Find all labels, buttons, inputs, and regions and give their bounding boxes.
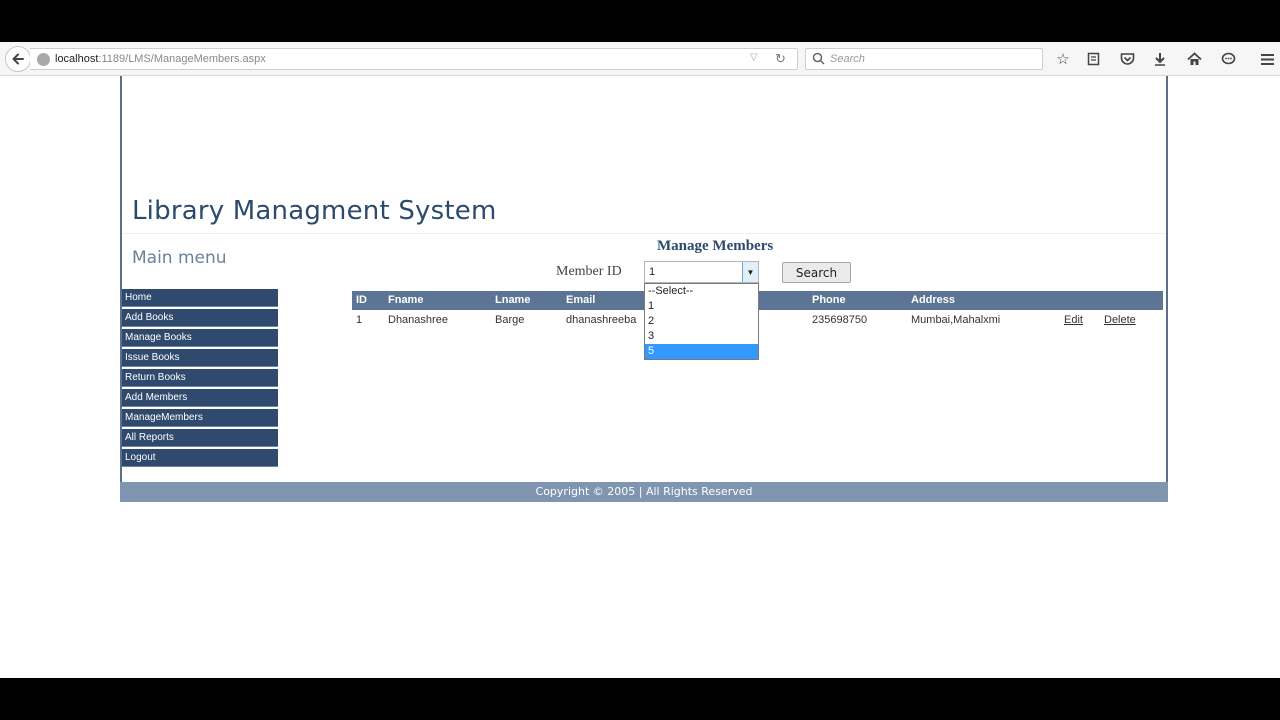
browser-toolbar: localhost:1189/LMS/ManageMembers.aspx ▽ … xyxy=(0,42,1280,76)
reload-icon[interactable]: ↻ xyxy=(775,51,786,67)
column-header-lname: Lname xyxy=(495,294,531,306)
back-button[interactable] xyxy=(5,46,31,72)
dropdown-option[interactable]: 2 xyxy=(645,314,758,329)
globe-icon xyxy=(37,53,50,66)
dropdown-option[interactable]: 3 xyxy=(645,329,758,344)
menu-item-all-reports[interactable]: All Reports xyxy=(122,429,278,447)
member-id-dropdown-list: --Select-- 1 2 3 5 xyxy=(644,283,759,360)
browser-search-input[interactable]: Search xyxy=(805,48,1043,70)
url-dropdown-icon[interactable]: ▽ xyxy=(750,52,758,63)
back-arrow-icon xyxy=(12,53,24,65)
dropdown-option[interactable]: 1 xyxy=(645,299,758,314)
column-header-id: ID xyxy=(356,294,367,306)
menu-item-issue-books[interactable]: Issue Books xyxy=(122,349,278,367)
cell-lname: Barge xyxy=(495,314,525,326)
cell-phone: 235698750 xyxy=(812,314,868,326)
home-icon[interactable] xyxy=(1184,49,1204,69)
column-header-fname: Fname xyxy=(388,294,424,306)
member-id-select[interactable]: 1 ▼ xyxy=(644,261,759,283)
menu-item-add-members[interactable]: Add Members xyxy=(122,389,278,407)
menu-item-manage-books[interactable]: Manage Books xyxy=(122,329,278,347)
menu-item-home[interactable]: Home xyxy=(122,289,278,307)
member-id-label: Member ID xyxy=(556,264,622,279)
manage-members-heading: Manage Members xyxy=(657,238,774,254)
column-header-address: Address xyxy=(911,294,956,306)
member-id-selected-value: 1 xyxy=(649,266,656,278)
video-letterbox-top xyxy=(0,0,1280,42)
dropdown-option[interactable]: --Select-- xyxy=(645,284,758,299)
column-header-phone: Phone xyxy=(812,294,846,306)
menu-item-add-books[interactable]: Add Books xyxy=(122,309,278,327)
main-menu: Home Add Books Manage Books Issue Books … xyxy=(122,289,278,469)
browser-viewport: localhost:1189/LMS/ManageMembers.aspx ▽ … xyxy=(0,42,1280,678)
reading-list-icon[interactable] xyxy=(1083,49,1103,69)
video-letterbox-bottom xyxy=(0,678,1280,720)
bookmark-star-icon[interactable]: ☆ xyxy=(1053,49,1073,69)
menu-item-logout[interactable]: Logout xyxy=(122,449,278,467)
download-icon[interactable] xyxy=(1150,49,1170,69)
delete-link[interactable]: Delete xyxy=(1104,314,1136,326)
menu-item-manage-members[interactable]: ManageMembers xyxy=(122,409,278,427)
cell-email: dhanashreeba xyxy=(566,314,637,326)
search-placeholder: Search xyxy=(830,53,865,65)
menu-item-return-books[interactable]: Return Books xyxy=(122,369,278,387)
pocket-icon[interactable] xyxy=(1117,49,1137,69)
main-menu-heading: Main menu xyxy=(132,248,227,268)
url-bar[interactable]: localhost:1189/LMS/ManageMembers.aspx ▽ … xyxy=(30,48,798,70)
page-footer: Copyright © 2005 | All Rights Reserved xyxy=(120,482,1168,502)
page-container: Library Managment System Main menu Home … xyxy=(120,76,1168,502)
url-text: localhost:1189/LMS/ManageMembers.aspx xyxy=(55,53,266,65)
cell-fname: Dhanashree xyxy=(388,314,448,326)
chevron-down-icon[interactable]: ▼ xyxy=(742,262,758,282)
search-button[interactable]: Search xyxy=(782,262,851,283)
column-header-email: Email xyxy=(566,294,596,306)
site-title: Library Managment System xyxy=(132,196,497,226)
chat-icon[interactable] xyxy=(1218,49,1238,69)
cell-address: Mumbai,Mahalxmi xyxy=(911,314,1001,326)
cell-id: 1 xyxy=(356,314,363,326)
search-icon xyxy=(812,52,825,65)
dropdown-option-highlighted[interactable]: 5 xyxy=(645,344,758,359)
edit-link[interactable]: Edit xyxy=(1064,314,1083,326)
title-divider xyxy=(122,233,1166,234)
hamburger-menu-icon[interactable] xyxy=(1257,49,1277,69)
